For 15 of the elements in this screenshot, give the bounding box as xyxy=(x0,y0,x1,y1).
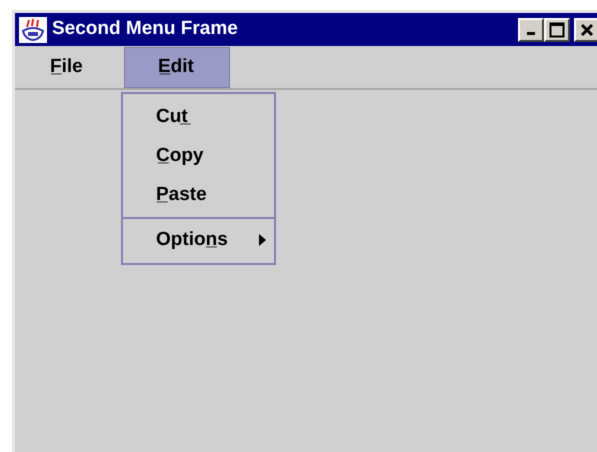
minimize-icon xyxy=(527,32,535,35)
menu-bar-item[interactable]: F̲ile xyxy=(23,46,124,88)
submenu-arrow-icon xyxy=(259,234,266,246)
close-button[interactable] xyxy=(574,18,597,42)
submenu-item[interactable]: Option̲s xyxy=(123,221,274,259)
menu-item[interactable]: C̲opy xyxy=(123,137,274,176)
window-title: Second Menu Frame xyxy=(52,17,239,42)
menu-bar-item[interactable]: E̲dit xyxy=(124,47,230,88)
menu-item[interactable]: P̲aste xyxy=(123,176,274,215)
maximize-icon xyxy=(549,22,565,38)
menu-item[interactable]: Cut̲ xyxy=(123,98,274,137)
maximize-button[interactable] xyxy=(544,18,570,42)
minimize-button[interactable] xyxy=(518,18,544,42)
close-icon xyxy=(580,22,594,36)
app-icon xyxy=(19,16,47,42)
